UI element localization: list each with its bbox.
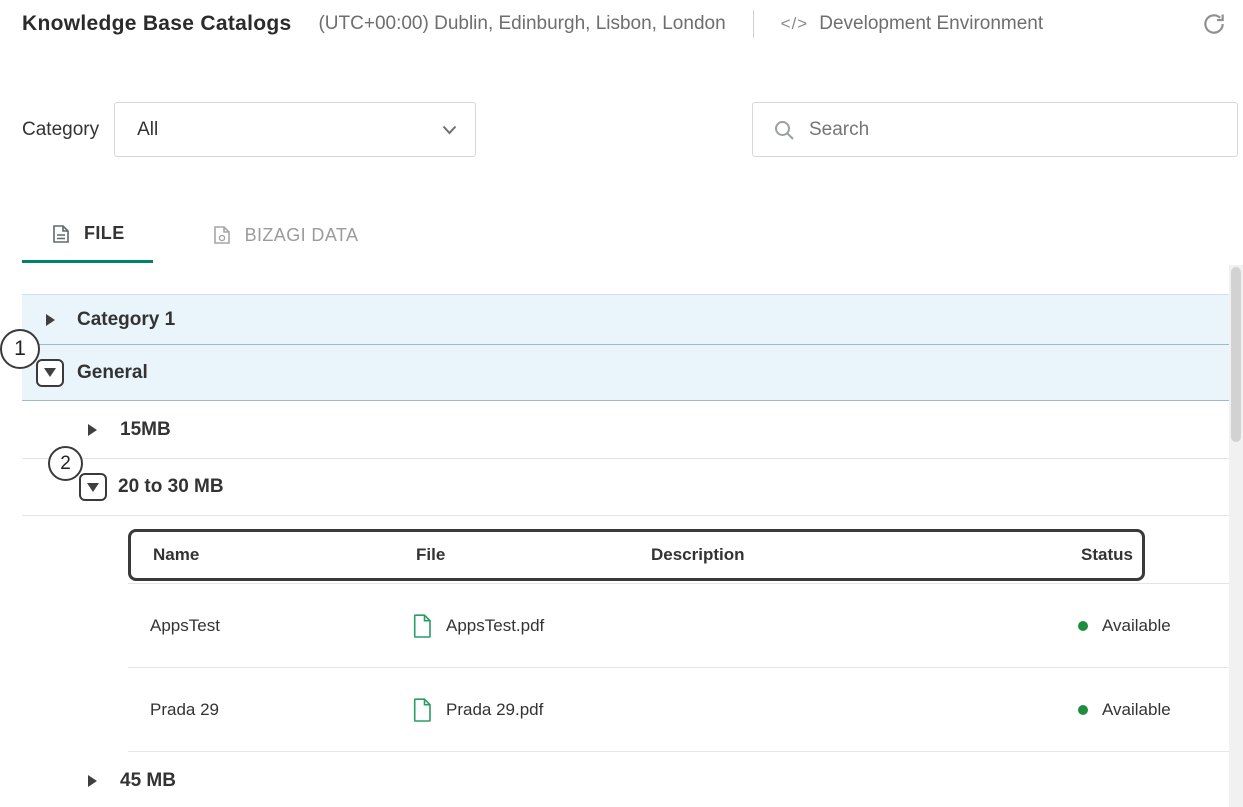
annotation-callout-1: 1 bbox=[0, 329, 40, 369]
pdf-document-icon bbox=[413, 614, 432, 638]
refresh-button[interactable] bbox=[1201, 11, 1227, 37]
annotation-box-table-header: Name File Description Status bbox=[128, 529, 1145, 581]
cell-file-name: Prada 29.pdf bbox=[446, 700, 543, 720]
environment-label: Development Environment bbox=[819, 13, 1043, 35]
annotation-callout-2: 2 bbox=[48, 446, 83, 481]
tree-row-label: 45 MB bbox=[120, 770, 176, 792]
tree-row-general[interactable]: General bbox=[22, 345, 1229, 401]
annotation-box-expand-general[interactable] bbox=[36, 359, 64, 387]
tree-row-category-1[interactable]: Category 1 bbox=[22, 294, 1229, 345]
file-tab-icon bbox=[50, 223, 72, 245]
tab-bar: FILE BIZAGI DATA bbox=[22, 207, 1243, 263]
tree-row-label: Category 1 bbox=[77, 309, 175, 331]
column-header-file: File bbox=[416, 545, 651, 565]
caret-right-icon[interactable] bbox=[88, 424, 97, 436]
tree-row-20-to-30-mb[interactable]: 20 to 30 MB bbox=[22, 459, 1229, 516]
cell-file-name: AppsTest.pdf bbox=[446, 616, 544, 636]
tab-bizagi-data[interactable]: BIZAGI DATA bbox=[183, 207, 387, 263]
tree-row-label: 15MB bbox=[120, 419, 171, 441]
timezone-label: (UTC+00:00) Dublin, Edinburgh, Lisbon, L… bbox=[318, 13, 725, 35]
status-badge: Available bbox=[1102, 700, 1171, 720]
top-bar: Knowledge Base Catalogs (UTC+00:00) Dubl… bbox=[0, 0, 1243, 38]
divider bbox=[753, 10, 754, 38]
caret-down-icon bbox=[87, 483, 99, 492]
cell-status: Available bbox=[1078, 700, 1229, 720]
table-header-row: Name File Description Status bbox=[128, 516, 1229, 584]
status-dot bbox=[1078, 621, 1088, 631]
status-badge: Available bbox=[1102, 616, 1171, 636]
column-header-status: Status bbox=[1081, 545, 1142, 565]
refresh-icon bbox=[1201, 11, 1227, 37]
data-document-icon bbox=[211, 224, 233, 246]
cell-file[interactable]: Prada 29.pdf bbox=[413, 698, 648, 722]
cell-name: AppsTest bbox=[150, 616, 413, 636]
environment-indicator: </> Development Environment bbox=[781, 13, 1043, 35]
catalog-tree: Category 1 General 15MB 20 to 30 MB Name… bbox=[22, 294, 1229, 807]
page-title: Knowledge Base Catalogs bbox=[22, 12, 291, 36]
cell-status: Available bbox=[1078, 616, 1229, 636]
tree-row-15mb[interactable]: 15MB bbox=[22, 401, 1229, 459]
category-selected-value: All bbox=[137, 119, 158, 141]
cell-name: Prada 29 bbox=[150, 700, 413, 720]
column-header-name: Name bbox=[153, 545, 416, 565]
annotation-box-expand-20-30[interactable] bbox=[79, 473, 107, 501]
category-label: Category bbox=[22, 119, 99, 141]
tree-row-45mb[interactable]: 45 MB bbox=[22, 752, 1229, 807]
files-table: Name File Description Status AppsTest Ap… bbox=[128, 516, 1229, 752]
search-icon bbox=[773, 119, 795, 141]
tab-file-label: FILE bbox=[84, 223, 125, 244]
chevron-down-icon bbox=[442, 125, 457, 135]
cell-file[interactable]: AppsTest.pdf bbox=[413, 614, 648, 638]
scrollbar-thumb[interactable] bbox=[1231, 267, 1241, 442]
filter-bar: Category All bbox=[22, 102, 1238, 157]
knowledge-base-catalogs-page: Knowledge Base Catalogs (UTC+00:00) Dubl… bbox=[0, 0, 1243, 807]
column-header-description: Description bbox=[651, 545, 1081, 565]
search-box[interactable] bbox=[752, 102, 1238, 157]
caret-down-icon bbox=[44, 368, 56, 377]
table-row[interactable]: Prada 29 Prada 29.pdf Available bbox=[128, 668, 1229, 752]
tab-bizagi-data-label: BIZAGI DATA bbox=[245, 225, 359, 246]
caret-right-icon[interactable] bbox=[88, 775, 97, 787]
vertical-scrollbar[interactable] bbox=[1229, 265, 1243, 807]
tab-file[interactable]: FILE bbox=[22, 207, 153, 263]
tree-row-label: 20 to 30 MB bbox=[118, 476, 224, 498]
pdf-document-icon bbox=[413, 698, 432, 722]
status-dot bbox=[1078, 705, 1088, 715]
search-input[interactable] bbox=[809, 119, 1221, 141]
code-icon: </> bbox=[781, 14, 809, 34]
caret-right-icon[interactable] bbox=[46, 314, 55, 326]
table-row[interactable]: AppsTest AppsTest.pdf Available bbox=[128, 584, 1229, 668]
category-select[interactable]: All bbox=[114, 102, 476, 157]
tree-row-label: General bbox=[77, 362, 148, 384]
